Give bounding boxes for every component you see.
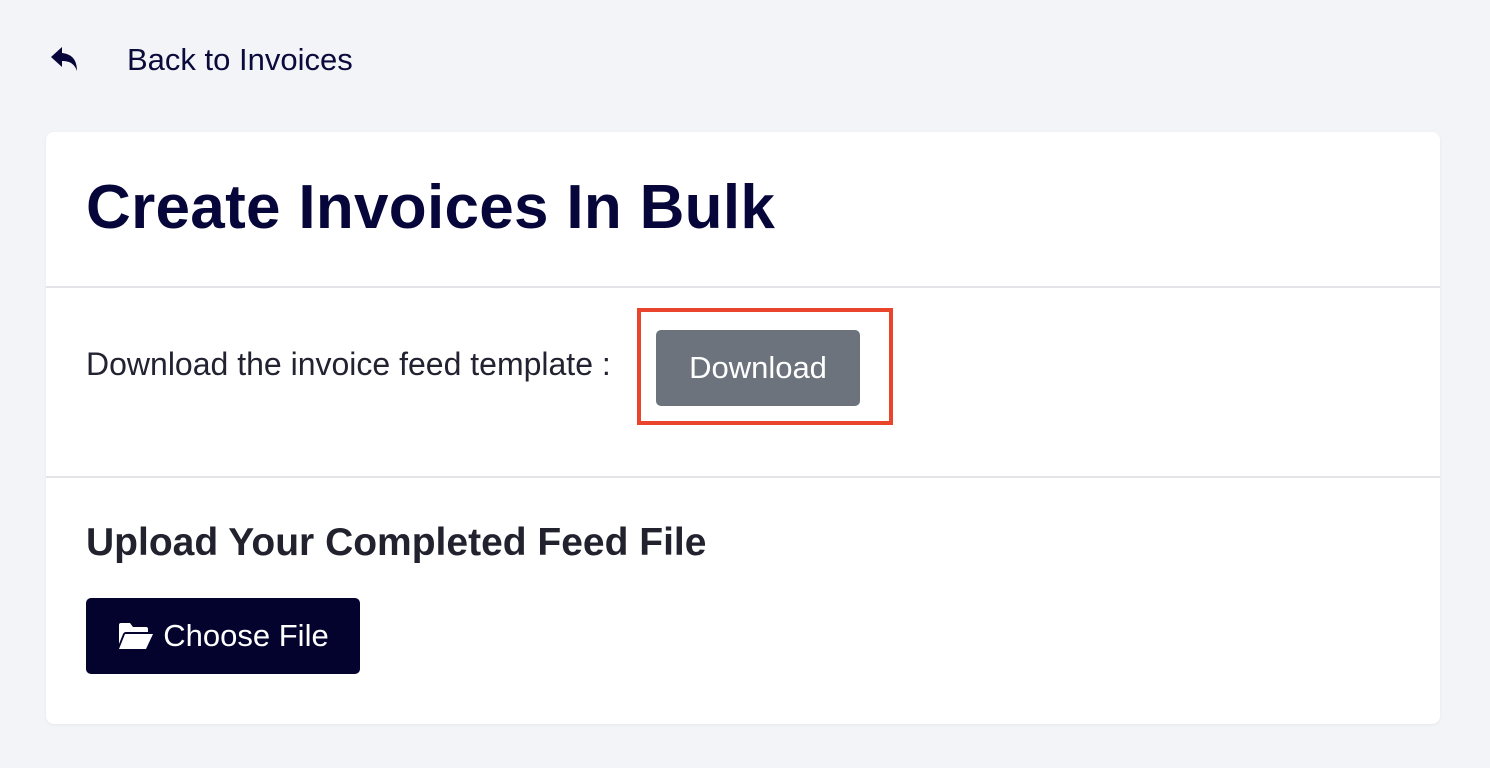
choose-file-label: Choose File	[163, 618, 329, 653]
upload-section-title: Upload Your Completed Feed File	[86, 521, 707, 564]
reply-arrow-icon	[48, 42, 84, 78]
back-to-invoices-link[interactable]: Back to Invoices	[48, 40, 353, 80]
back-to-invoices-label: Back to Invoices	[127, 42, 353, 77]
folder-open-icon	[117, 621, 155, 651]
choose-file-button[interactable]: Choose File	[86, 598, 360, 674]
download-template-section: Download the invoice feed template : Dow…	[46, 288, 1440, 478]
page-title: Create Invoices In Bulk	[86, 172, 776, 242]
card-header: Create Invoices In Bulk	[46, 132, 1440, 288]
download-button[interactable]: Download	[656, 330, 860, 406]
bulk-invoice-card: Create Invoices In Bulk Download the inv…	[46, 132, 1440, 724]
download-template-prompt: Download the invoice feed template :	[86, 346, 611, 382]
upload-feed-section: Upload Your Completed Feed File Choose F…	[46, 478, 1440, 724]
